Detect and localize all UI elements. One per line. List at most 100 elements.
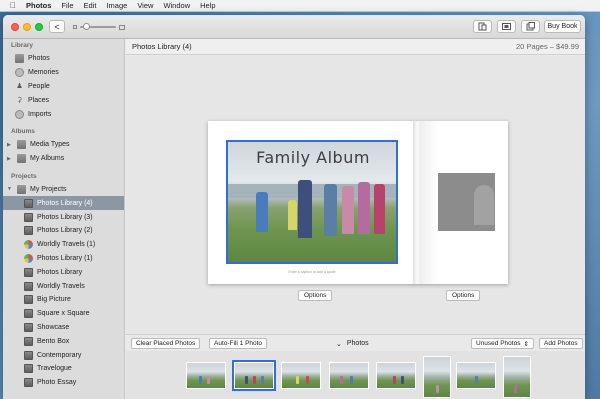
sidebar-item-project[interactable]: Big Picture <box>3 293 124 307</box>
menu-file[interactable]: File <box>61 1 73 10</box>
menu-image[interactable]: Image <box>106 1 127 10</box>
sidebar-item-label: Bento Box <box>37 337 70 345</box>
book-icon <box>24 378 33 388</box>
unused-photos-select[interactable]: Unused Photos ⇕ <box>471 338 534 349</box>
photo-thumbnail[interactable] <box>503 356 531 398</box>
sidebar-item-label: Travelogue <box>37 365 72 373</box>
unused-photos-label: Unused Photos <box>476 340 521 347</box>
book-icon <box>24 336 33 346</box>
imports-icon <box>15 109 24 119</box>
sidebar-item-imports[interactable]: Imports <box>3 107 124 121</box>
book-icon <box>24 350 33 360</box>
sidebar-item-project[interactable]: Worldly Travels <box>3 279 124 293</box>
person-silhouette-icon <box>474 185 494 225</box>
sidebar-item-project[interactable]: Contemporary <box>3 348 124 362</box>
sidebar-item-project[interactable]: Photo Essay <box>3 376 124 390</box>
sidebar-item-project[interactable]: Photos Library (2) <box>3 224 124 238</box>
sidebar-item-memories[interactable]: Memories <box>3 66 124 80</box>
album-title[interactable]: Family Album <box>228 148 396 167</box>
zoom-slider-track[interactable] <box>80 23 116 30</box>
book-icon <box>24 322 33 332</box>
sidebar-item-project[interactable]: Photos Library <box>3 265 124 279</box>
menu-window[interactable]: Window <box>163 1 190 10</box>
window-toolbar: < Buy Book <box>3 15 585 39</box>
book-icon <box>24 364 33 374</box>
caption-field[interactable]: Enter a caption or add a quote <box>226 270 398 274</box>
close-window-button[interactable] <box>11 23 19 31</box>
folder-icon <box>17 154 26 164</box>
sidebar-item-project[interactable]: Bento Box <box>3 334 124 348</box>
menu-edit[interactable]: Edit <box>84 1 97 10</box>
sidebar-item-places[interactable]: ⚳ Places <box>3 93 124 107</box>
sidebar-item-project[interactable]: Photos Library (1) <box>3 252 124 266</box>
sidebar-item-project[interactable]: Worldly Travels (1) <box>3 238 124 252</box>
sidebar-item-project[interactable]: Photos Library (3) <box>3 210 124 224</box>
photo-thumbnail[interactable] <box>232 360 276 391</box>
apple-icon[interactable]:  <box>10 1 16 10</box>
photo-thumbnail[interactable] <box>376 362 416 389</box>
folder-icon <box>17 184 26 194</box>
sidebar-item-my-albums[interactable]: ▶ My Albums <box>3 152 124 166</box>
photo-placeholder[interactable] <box>438 173 495 231</box>
options-button-right[interactable]: Options <box>446 290 481 301</box>
sidebar-item-project[interactable]: Showcase <box>3 321 124 335</box>
photos-toggle-label: Photos <box>346 340 369 347</box>
options-button-left[interactable]: Options <box>298 290 333 301</box>
photo-thumbnail[interactable] <box>456 362 496 389</box>
sidebar-item-label: Media Types <box>30 141 70 149</box>
sidebar-item-label: Worldly Travels (1) <box>37 241 96 249</box>
book-icon <box>24 295 33 305</box>
photos-toolbar: Clear Placed Photos Auto-Fill 1 Photo ⌄ … <box>126 334 585 351</box>
sidebar-item-label: Photos Library (1) <box>37 254 93 262</box>
sidebar-item-label: Photos Library (3) <box>37 213 93 221</box>
book-icon <box>24 198 33 208</box>
photo-thumbnail[interactable] <box>423 356 451 398</box>
sidebar-item-project[interactable]: Photos Library (4) <box>3 196 124 211</box>
auto-fill-button[interactable]: Auto-Fill 1 Photo <box>209 338 268 349</box>
book-icon <box>24 226 33 236</box>
add-photos-button[interactable]: Add Photos <box>539 338 583 349</box>
sidebar-item-label: Photo Essay <box>37 379 77 387</box>
sidebar-item-project[interactable]: Travelogue <box>3 362 124 376</box>
photo-thumbnail[interactable] <box>329 362 369 389</box>
buy-book-button[interactable]: Buy Book <box>544 20 581 33</box>
memories-icon <box>15 68 24 78</box>
menu-bar:  Photos File Edit Image View Window Hel… <box>0 0 600 12</box>
menu-view[interactable]: View <box>137 1 153 10</box>
sidebar-item-media-types[interactable]: ▶ Media Types <box>3 138 124 152</box>
page-layout-button[interactable] <box>473 20 492 33</box>
menu-help[interactable]: Help <box>200 1 215 10</box>
sidebar-item-label: Places <box>28 96 50 104</box>
photos-toggle[interactable]: ⌄ Photos <box>336 338 369 349</box>
photo-thumbnail[interactable] <box>281 362 321 389</box>
zoom-slider-knob[interactable] <box>83 23 90 30</box>
menu-app-name[interactable]: Photos <box>26 1 51 10</box>
photos-window: < Buy Book Library Photos Memories ♟ Peo… <box>3 15 585 399</box>
back-button[interactable]: < <box>49 20 65 33</box>
sidebar-item-project[interactable]: Square x Square <box>3 307 124 321</box>
add-page-button[interactable] <box>521 20 540 33</box>
sidebar-item-photos[interactable]: Photos <box>3 52 124 66</box>
right-page <box>421 121 508 284</box>
sidebar: Library Photos Memories ♟ People ⚳ Place… <box>3 39 125 399</box>
photos-icon <box>15 54 24 64</box>
page-view-button[interactable] <box>497 20 516 33</box>
disclosure-down-icon[interactable]: ▼ <box>7 186 13 192</box>
cover-photo[interactable]: Family Album <box>226 140 398 264</box>
book-icon <box>24 309 33 319</box>
photo-thumbnail[interactable] <box>186 362 226 389</box>
minimize-window-button[interactable] <box>23 23 31 31</box>
project-header: Photos Library (4) 20 Pages – $49.99 <box>126 39 585 55</box>
zoom-slider[interactable] <box>73 23 125 30</box>
book-icon <box>24 212 33 222</box>
clear-placed-photos-button[interactable]: Clear Placed Photos <box>131 338 201 349</box>
globe-icon <box>24 253 33 263</box>
sidebar-item-my-projects[interactable]: ▼ My Projects <box>3 183 124 197</box>
book-icon <box>24 281 33 291</box>
disclosure-right-icon[interactable]: ▶ <box>7 142 13 148</box>
sidebar-item-label: Contemporary <box>37 351 82 359</box>
sidebar-item-people[interactable]: ♟ People <box>3 80 124 94</box>
sidebar-header-projects: Projects <box>11 172 37 180</box>
disclosure-right-icon[interactable]: ▶ <box>7 156 13 162</box>
zoom-window-button[interactable] <box>35 23 43 31</box>
